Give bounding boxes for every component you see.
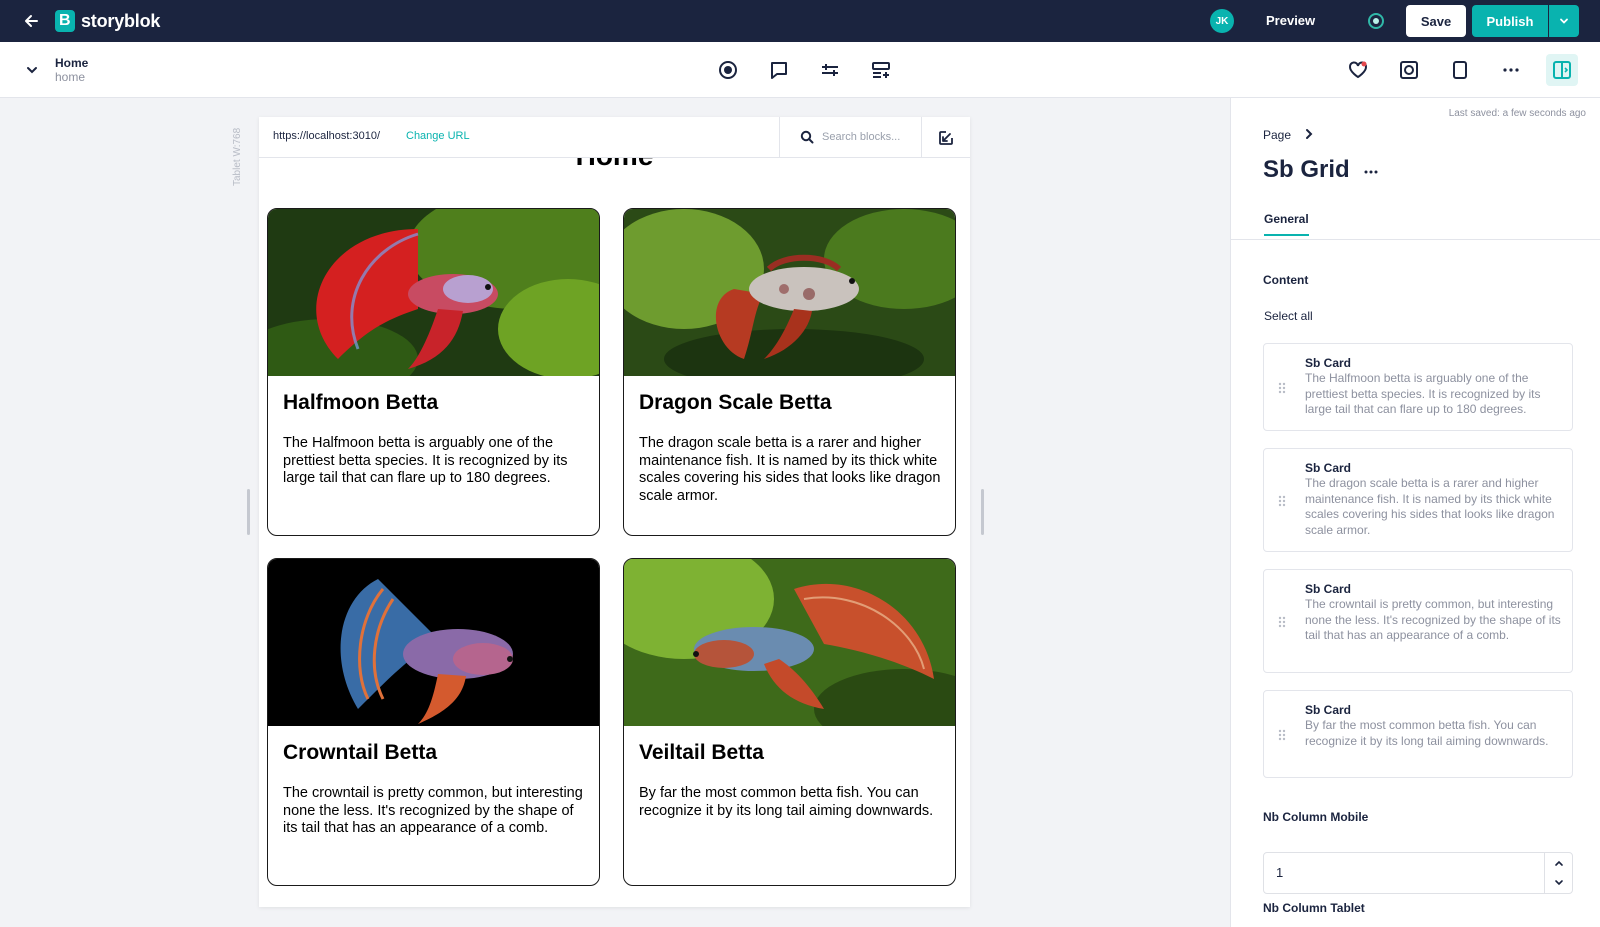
save-button[interactable]: Save [1406,5,1466,37]
preview-url: https://localhost:3010/ [273,130,381,142]
camera-icon[interactable] [1397,58,1421,82]
nested-block-title: Sb Card [1305,356,1352,370]
card-text: The Halfmoon betta is arguably one of th… [283,435,568,486]
search-blocks [779,117,921,158]
add-block-icon[interactable] [869,58,893,82]
status-indicator-icon[interactable] [1368,13,1384,29]
logo-text: storyblok [81,10,161,31]
nested-block-desc: The Halfmoon betta is arguably one of th… [1305,371,1541,416]
card-text: By far the most common betta fish. You c… [639,785,934,819]
nested-block-title: Sb Card [1305,582,1352,596]
user-avatar[interactable]: JK [1210,9,1234,33]
increment-icon[interactable] [1545,853,1573,873]
nested-block-title: Sb Card [1305,703,1352,717]
story-slug: home [55,70,86,84]
nb-column-tablet-label: Nb Column Tablet [1263,901,1365,915]
card-title: Halfmoon Betta [283,391,439,414]
card-title: Veiltail Betta [639,741,764,764]
chevron-down-icon [1560,18,1568,24]
veiltail-betta-image [624,559,955,726]
card-dragon-scale-betta[interactable]: Dragon Scale Betta The dragon scale bett… [623,208,956,536]
nested-block-title: Sb Card [1305,461,1352,475]
edit-toggle-icon[interactable] [921,117,970,158]
card-text: The dragon scale betta is a rarer and hi… [639,435,941,504]
block-title: Sb Grid [1263,156,1350,183]
story-name: Home [55,56,89,70]
back-arrow-icon[interactable] [22,11,42,31]
panel-tabs: General [1231,202,1600,240]
editor-toolbar: Home home [0,42,1600,98]
nb-column-mobile-input[interactable]: 1 [1263,852,1573,894]
comment-icon[interactable] [767,58,791,82]
sidebar-toggle-icon[interactable] [1546,54,1578,86]
preview-button[interactable]: Preview [1266,0,1315,42]
content-field-label: Content [1263,273,1309,287]
nested-block-item[interactable]: Sb Card The crowntail is pretty common, … [1263,569,1573,673]
sliders-icon[interactable] [818,58,842,82]
heart-icon[interactable] [1346,58,1370,82]
tab-general[interactable]: General [1264,212,1309,236]
url-bar: https://localhost:3010/ Change URL [259,117,970,158]
nested-block-item[interactable]: Sb Card The dragon scale betta is a rare… [1263,448,1573,552]
top-bar: B storyblok JK Preview Save Publish [0,0,1600,42]
nested-block-desc: The dragon scale betta is a rarer and hi… [1305,476,1555,537]
nested-block-item[interactable]: Sb Card The Halfmoon betta is arguably o… [1263,343,1573,431]
card-title: Dragon Scale Betta [639,391,832,414]
drag-handle-icon[interactable] [1277,728,1287,742]
search-blocks-input[interactable] [822,128,918,146]
storyblok-logo[interactable]: B storyblok [55,10,160,32]
drag-handle-icon[interactable] [1277,381,1287,395]
resize-handle-right[interactable] [981,489,984,535]
storyblok-logo-icon: B [55,10,75,32]
card-text: The crowntail is pretty common, but inte… [283,785,583,836]
card-title: Crowntail Betta [283,741,438,764]
nested-block-desc: By far the most common betta fish. You c… [1305,718,1549,748]
chevron-down-icon[interactable] [24,62,40,78]
number-stepper [1544,853,1572,893]
publish-button[interactable]: Publish [1472,5,1548,37]
crowntail-betta-image [268,559,599,726]
drag-handle-icon[interactable] [1277,615,1287,629]
chevron-right-icon [1306,129,1313,139]
nested-block-item[interactable]: Sb Card By far the most common betta fis… [1263,690,1573,778]
card-halfmoon-betta[interactable]: Halfmoon Betta The Halfmoon betta is arg… [267,208,600,536]
change-url-link[interactable]: Change URL [406,130,470,142]
last-saved-status: Last saved: a few seconds ago [1448,108,1586,119]
drag-handle-icon[interactable] [1277,494,1287,508]
preview-frame: https://localhost:3010/ Change URL Home [259,117,970,907]
device-size-label: Tablet W:768 [232,127,243,186]
nested-block-desc: The crowntail is pretty common, but inte… [1305,597,1561,642]
more-icon[interactable] [1499,58,1523,82]
card-veiltail-betta[interactable]: Veiltail Betta By far the most common be… [623,558,956,886]
block-settings-panel: Last saved: a few seconds ago Page Sb Gr… [1230,98,1600,927]
search-icon [800,130,814,144]
target-icon[interactable] [716,58,740,82]
nb-column-mobile-label: Nb Column Mobile [1263,810,1369,824]
block-more-icon[interactable] [1359,160,1383,184]
publish-dropdown-button[interactable] [1549,5,1579,37]
dragon-scale-betta-image [624,209,955,376]
halfmoon-betta-image [268,209,599,376]
nb-column-mobile-value: 1 [1276,865,1284,880]
tablet-icon[interactable] [1448,58,1472,82]
card-crowntail-betta[interactable]: Crowntail Betta The crowntail is pretty … [267,558,600,886]
decrement-icon[interactable] [1545,873,1573,893]
select-all-link[interactable]: Select all [1264,309,1313,323]
breadcrumb-page[interactable]: Page [1263,128,1291,142]
resize-handle-left[interactable] [247,489,250,535]
